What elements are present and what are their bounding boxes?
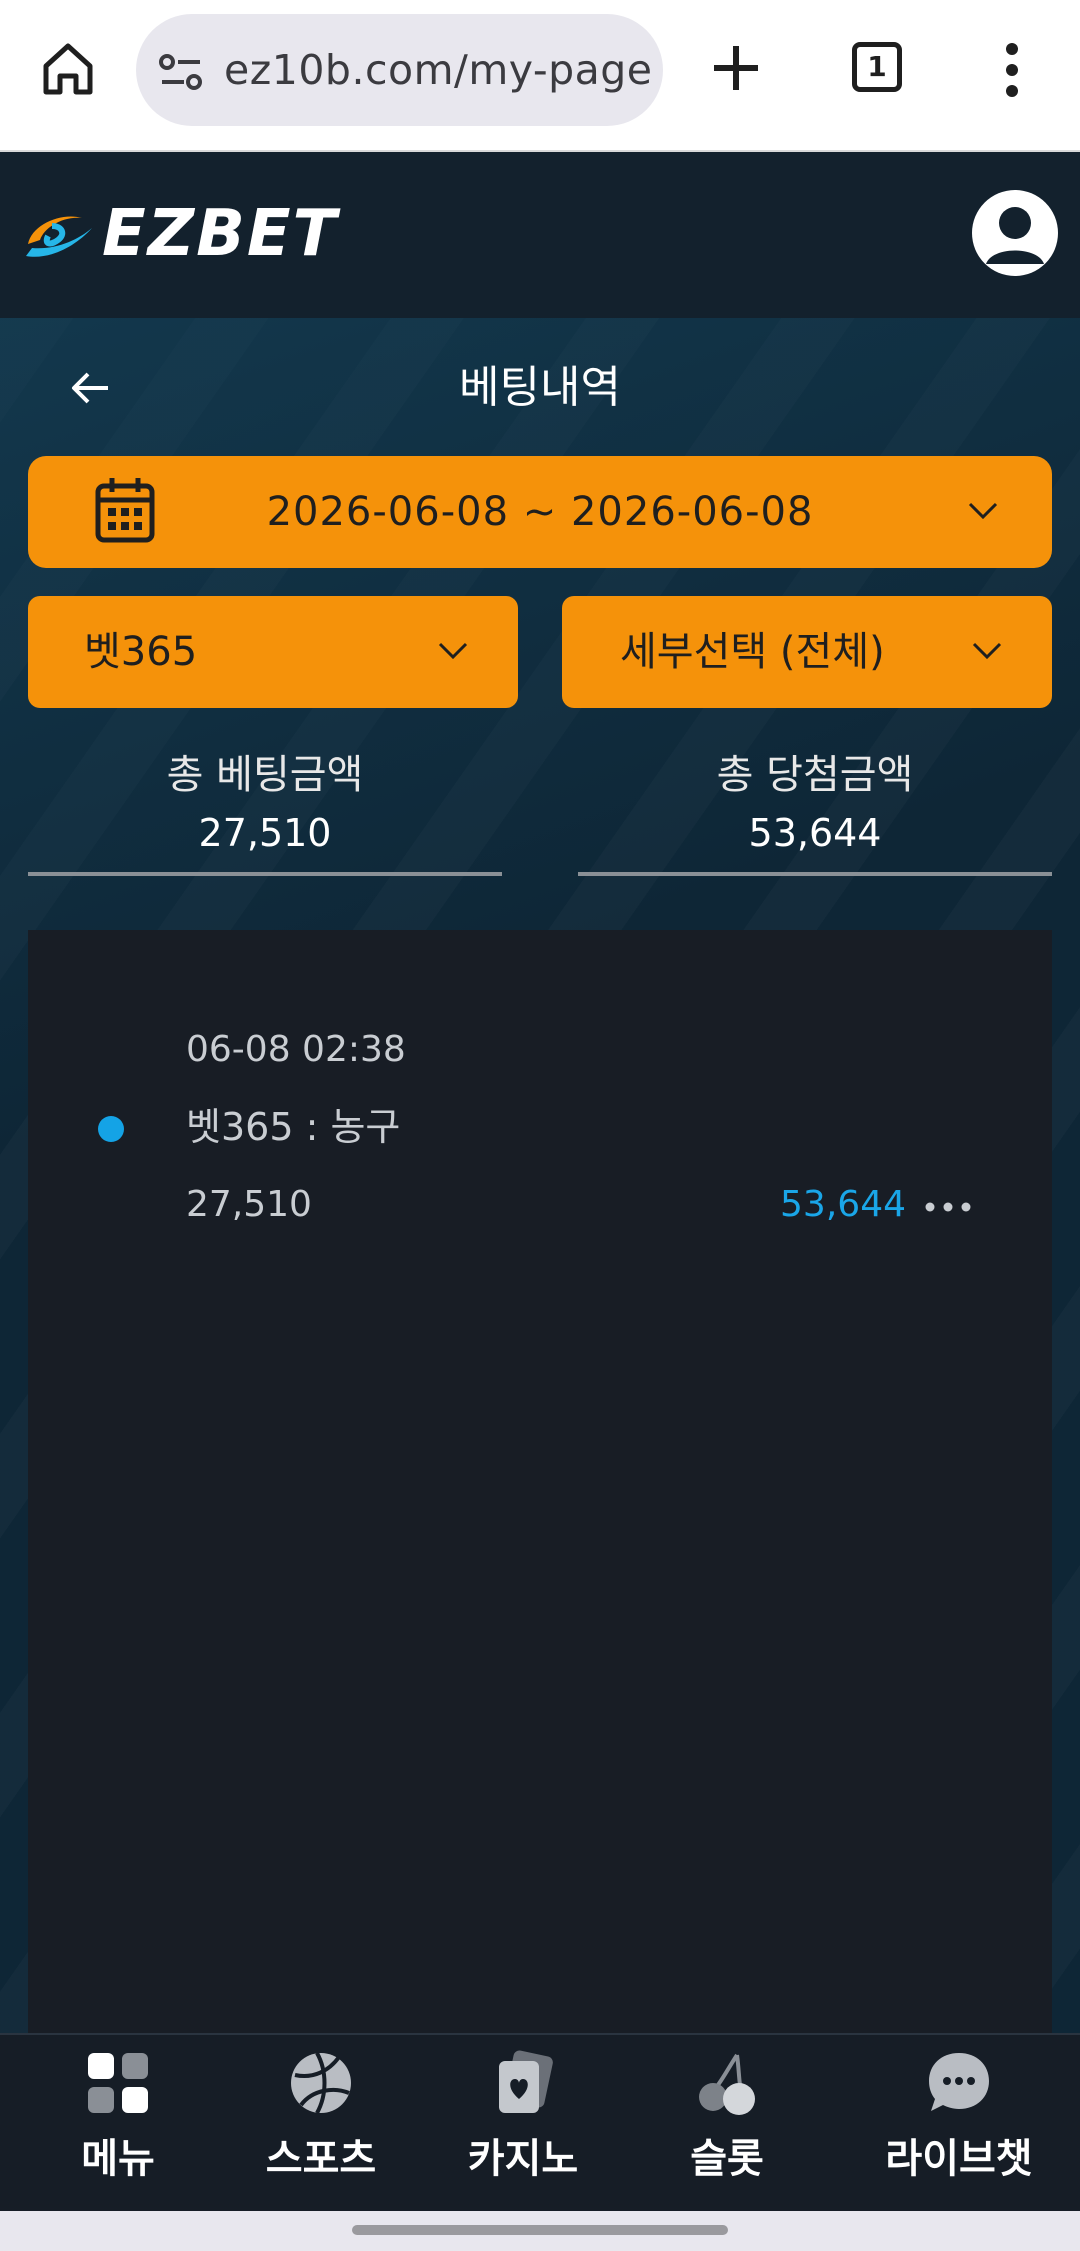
total-win-label: 총 당첨금액: [716, 752, 914, 798]
url-text[interactable]: ez10b.com/my-page: [224, 14, 653, 126]
divider: [578, 872, 1052, 876]
nav-casino[interactable]: 카지노: [460, 2035, 586, 2213]
gesture-handle[interactable]: [352, 2225, 728, 2235]
ezbet-logo[interactable]: EZBET: [22, 198, 352, 270]
chevron-down-icon: [968, 502, 998, 520]
bet-amount: 27,510: [186, 1184, 312, 1225]
divider: [28, 872, 502, 876]
browser-toolbar: ez10b.com/my-page 1: [0, 0, 1080, 152]
site-settings-icon[interactable]: [158, 52, 204, 92]
bet-time: 06-08 02:38: [186, 1029, 406, 1070]
nav-menu[interactable]: 메뉴: [58, 2035, 178, 2213]
cards-icon: [499, 2050, 553, 2113]
cherry-icon: [699, 2053, 755, 2115]
provider-select[interactable]: 벳365: [28, 596, 518, 708]
grid-menu-icon: [88, 2053, 148, 2113]
logo-text: EZBET: [102, 197, 339, 271]
bet-name: 벳365 : 농구: [186, 1105, 401, 1149]
chat-icon: [929, 2053, 989, 2111]
more-horiz-icon[interactable]: [922, 1192, 978, 1222]
date-range-text: 2026-06-08 ~ 2026-06-08: [266, 489, 814, 535]
new-tab-icon[interactable]: [708, 40, 764, 96]
detail-select-label: 세부선택 (전체): [620, 629, 885, 675]
nav-label: 라이브챗: [885, 2136, 1033, 2182]
nav-label: 메뉴: [81, 2136, 155, 2182]
site-header: EZBET: [0, 152, 1080, 318]
chevron-down-icon: [972, 642, 1002, 660]
more-vert-icon[interactable]: [1000, 42, 1024, 98]
bottom-navigation: 메뉴 스포츠 카지노 슬롯 라이브챗: [0, 2033, 1080, 2213]
nav-slots[interactable]: 슬롯: [664, 2035, 790, 2213]
user-avatar-icon[interactable]: [972, 190, 1058, 276]
nav-live-chat[interactable]: 라이브챗: [864, 2035, 1054, 2213]
nav-sports[interactable]: 스포츠: [258, 2035, 384, 2213]
address-bar[interactable]: ez10b.com/my-page: [136, 14, 663, 126]
betting-history-page: 베팅내역 2026-06-08 ~ 2026-06-08 벳365 세부선택 (…: [0, 318, 1080, 2033]
total-bet-label: 총 베팅금액: [166, 752, 364, 798]
total-bet-value: 27,510: [198, 811, 332, 855]
detail-select[interactable]: 세부선택 (전체): [562, 596, 1052, 708]
tab-switcher-button[interactable]: 1: [852, 42, 902, 92]
status-dot-icon: [98, 1116, 124, 1142]
logo-mark-icon: [26, 216, 92, 257]
page-title: 베팅내역: [459, 362, 621, 413]
nav-label: 슬롯: [690, 2136, 764, 2182]
win-amount: 53,644: [780, 1184, 906, 1225]
nav-label: 스포츠: [265, 2136, 377, 2182]
date-range-picker[interactable]: 2026-06-08 ~ 2026-06-08: [28, 456, 1052, 568]
bet-history-list: 06-08 02:38 벳365 : 농구 27,510 53,644: [28, 930, 1052, 2033]
basketball-icon: [291, 2052, 351, 2114]
total-win-summary: 총 당첨금액 53,644: [578, 748, 1052, 876]
total-win-value: 53,644: [748, 811, 882, 855]
nav-label: 카지노: [467, 2136, 579, 2182]
provider-select-label: 벳365: [84, 629, 198, 675]
system-gesture-bar: [0, 2211, 1080, 2251]
total-bet-summary: 총 베팅금액 27,510: [28, 748, 502, 876]
home-icon[interactable]: [38, 38, 98, 98]
chevron-down-icon: [438, 642, 468, 660]
